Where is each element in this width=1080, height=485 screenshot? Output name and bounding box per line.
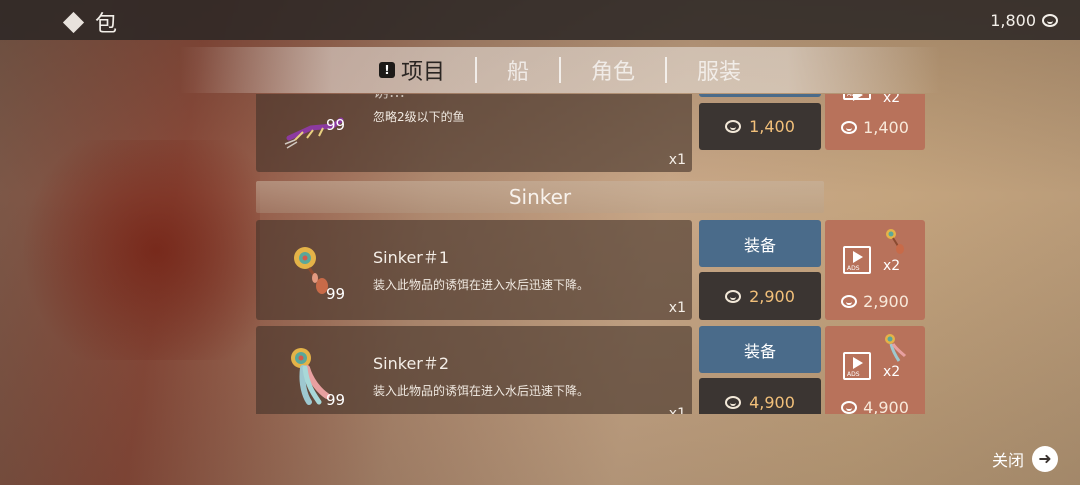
coin-balance: 1,800 [990,11,1058,30]
diamond-icon [62,11,85,33]
coin-icon [841,121,858,134]
close-label: 关闭 [991,451,1024,470]
page-title: 包 [95,12,118,37]
tab-boat[interactable]: 船 [477,54,559,86]
section-title: Sinker [508,185,572,209]
category-tabs: ! 项目 船 角色 服装 [180,47,940,93]
ad-price: 1,400 [825,118,925,137]
ads-play-icon: ADS [843,94,871,101]
tab-label: 项目 [400,60,445,85]
coin-icon [725,395,742,409]
section-header-sinker: Sinker [256,181,824,213]
buy-button[interactable]: 2,900 [699,272,821,320]
ad-multiplier: x2 [883,258,901,274]
sinker-mini-icon [886,229,904,254]
item-quantity: x1 [668,152,686,168]
tab-label: 服装 [697,60,742,85]
list-item: Sinker＃2 装入此物品的诱饵在进入水后迅速下降。 99 x1 新! 装备 … [256,326,928,414]
item-description: 装入此物品的诱饵在进入水后迅速下降。 [373,278,590,292]
coin-amount: 1,800 [990,11,1036,30]
item-name: Sinker＃1 [373,248,450,267]
ad-buy-button[interactable]: ADS x2 1,400 [825,94,925,150]
item-description: 忽略2级以下的鱼 [373,110,465,124]
bag-title: 包 [62,6,118,38]
ad-multiplier: x2 [883,94,901,106]
ad-buy-button[interactable]: ADS x2 4,900 [825,326,925,414]
tab-label: 角色 [591,60,636,85]
alert-icon: ! [378,62,395,78]
ad-price: 2,900 [825,292,925,311]
buy-button[interactable]: 1,400 [699,103,821,150]
tab-character[interactable]: 角色 [561,54,665,86]
tab-outfit[interactable]: 服装 [667,54,771,86]
item-name: Sinker＃2 [373,354,450,373]
equip-button[interactable]: 装备 [699,220,821,267]
price-text: 1,400 [749,117,795,136]
tab-label: 船 [506,60,529,85]
coin-icon [1042,14,1058,27]
item-level: 99 [326,285,346,303]
item-name: 诱… [373,94,405,102]
arrow-right-icon: ➜ [1032,446,1058,472]
item-card[interactable]: 诱… 忽略2级以下的鱼 99 x1 [256,94,692,172]
item-description: 装入此物品的诱饵在进入水后迅速下降。 [373,384,590,398]
coin-icon [725,289,742,303]
equip-button[interactable]: 装备 [699,326,821,373]
tab-items[interactable]: ! 项目 [349,54,475,86]
close-button[interactable]: 关闭 ➜ [992,446,1058,472]
sinker-mini-icon [885,334,907,362]
equip-button[interactable] [699,94,821,97]
ad-buy-button[interactable]: ADS x2 2,900 [825,220,925,320]
item-card[interactable]: Sinker＃1 装入此物品的诱饵在进入水后迅速下降。 99 x1 [256,220,692,320]
item-level: 99 [326,391,346,409]
list-item: 诱… 忽略2级以下的鱼 99 x1 1,400 ADS x2 1,400 [256,94,928,172]
ads-play-icon: ADS [843,352,871,380]
coin-icon [841,401,858,414]
price-text: 2,900 [749,286,795,306]
list-item: Sinker＃1 装入此物品的诱饵在进入水后迅速下降。 99 x1 装备 2,9… [256,220,928,320]
item-card[interactable]: Sinker＃2 装入此物品的诱饵在进入水后迅速下降。 99 x1 新! [256,326,692,414]
buy-button[interactable]: 4,900 [699,378,821,414]
coin-icon [841,295,858,308]
item-quantity: x1 [668,300,686,316]
ad-price: 4,900 [825,398,925,414]
item-quantity: x1 [668,406,686,414]
item-list[interactable]: 诱… 忽略2级以下的鱼 99 x1 1,400 ADS x2 1,400 Sin… [256,94,928,414]
ads-play-icon: ADS [843,246,871,274]
coin-icon [725,120,742,133]
ad-multiplier: x2 [883,364,901,380]
top-bar: 包 1,800 [0,0,1080,40]
item-level: 99 [326,116,346,134]
price-text: 4,900 [749,392,795,412]
